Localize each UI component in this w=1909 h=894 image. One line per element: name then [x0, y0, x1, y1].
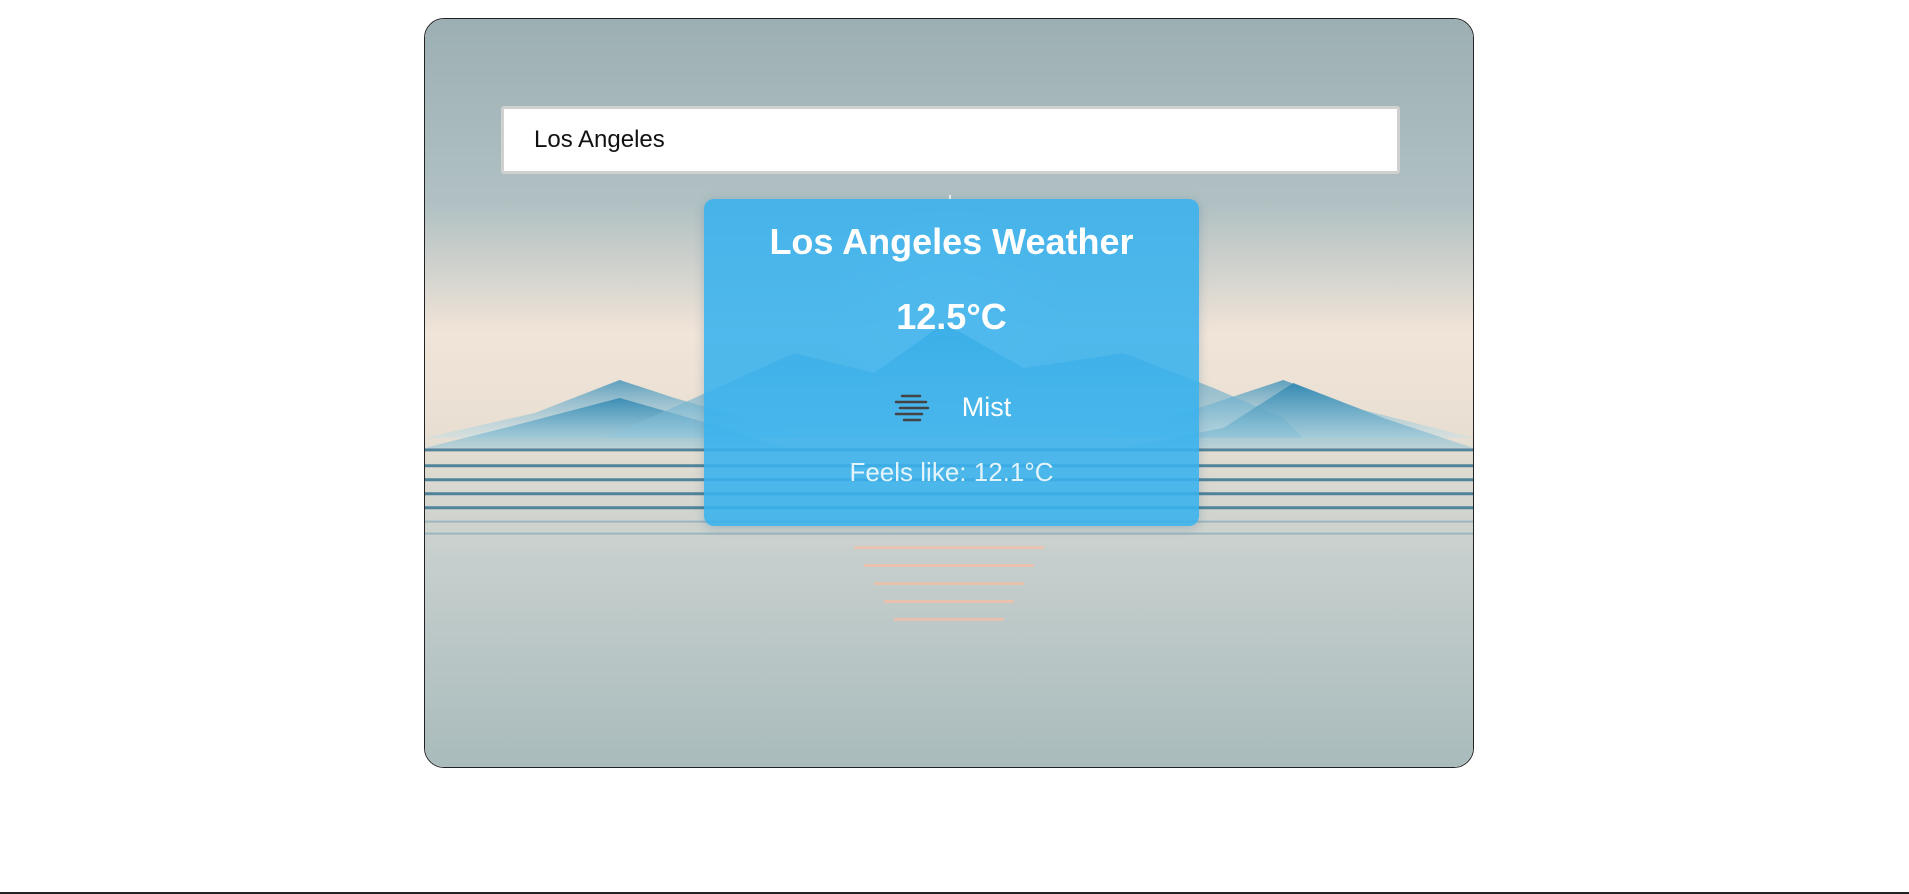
feels-like-text: Feels like: 12.1°C — [849, 457, 1054, 487]
condition-label: Mist — [961, 391, 1012, 422]
city-search-input[interactable] — [501, 106, 1400, 174]
mist-icon — [894, 394, 929, 422]
weather-app-frame: Los Angeles Weather 12.5°C Mist Feels li… — [424, 18, 1474, 768]
condition-row: Mist — [704, 387, 1199, 427]
temperature-value: 12.5°C — [896, 296, 1007, 337]
weather-card: Los Angeles Weather 12.5°C Mist Feels li… — [704, 199, 1199, 526]
weather-title: Los Angeles Weather — [769, 221, 1134, 262]
